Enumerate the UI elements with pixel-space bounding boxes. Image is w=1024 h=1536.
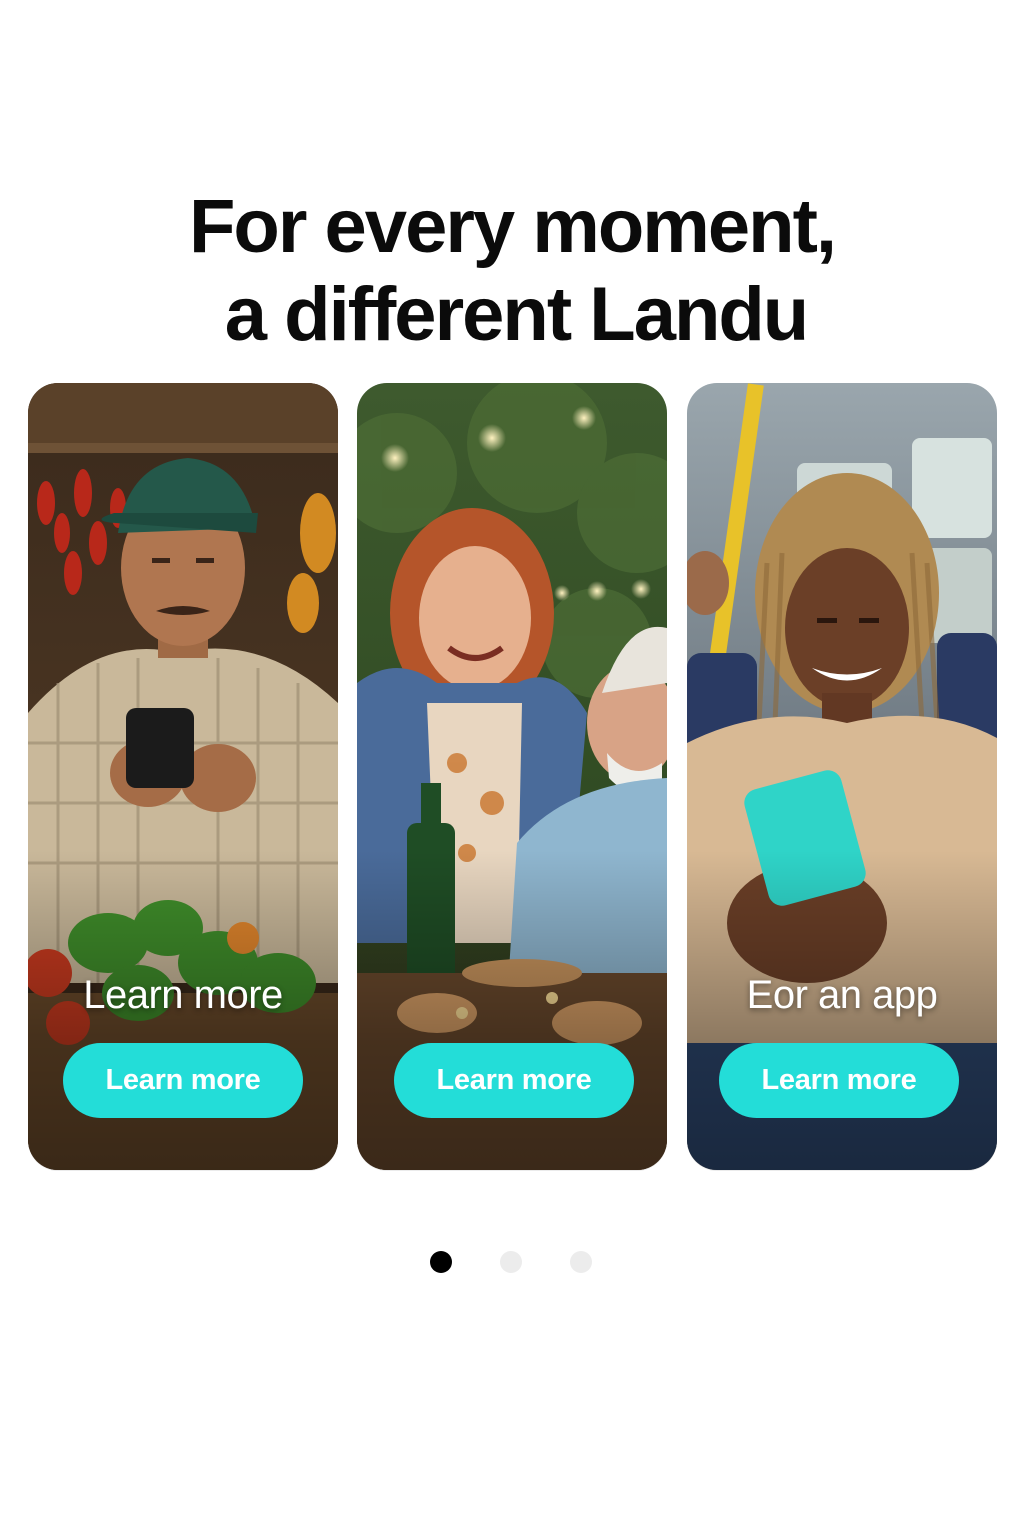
pagination-dot-1[interactable] (430, 1251, 452, 1273)
carousel-card-bus[interactable]: Eor an app Learn more (687, 383, 997, 1170)
pagination-dot-3[interactable] (570, 1251, 592, 1273)
learn-more-button[interactable]: Learn more (394, 1043, 634, 1118)
learn-more-button[interactable]: Learn more (63, 1043, 303, 1118)
headline-line-1: For every moment, (189, 183, 837, 269)
headline-line-2: a different Landu (224, 271, 809, 357)
carousel-card-market[interactable]: Learn more Learn more (28, 383, 338, 1170)
card-gradient-overlay (357, 850, 667, 1170)
page-headline: For every moment, a different Landu (0, 183, 1024, 359)
carousel-pagination (0, 1250, 1024, 1274)
pagination-dot-2[interactable] (500, 1251, 522, 1273)
card-caption: Eor an app (746, 973, 938, 1017)
learn-more-button[interactable]: Learn more (719, 1043, 959, 1118)
card-caption: Learn more (83, 973, 283, 1017)
carousel-card-dinner[interactable]: Learn more (357, 383, 667, 1170)
